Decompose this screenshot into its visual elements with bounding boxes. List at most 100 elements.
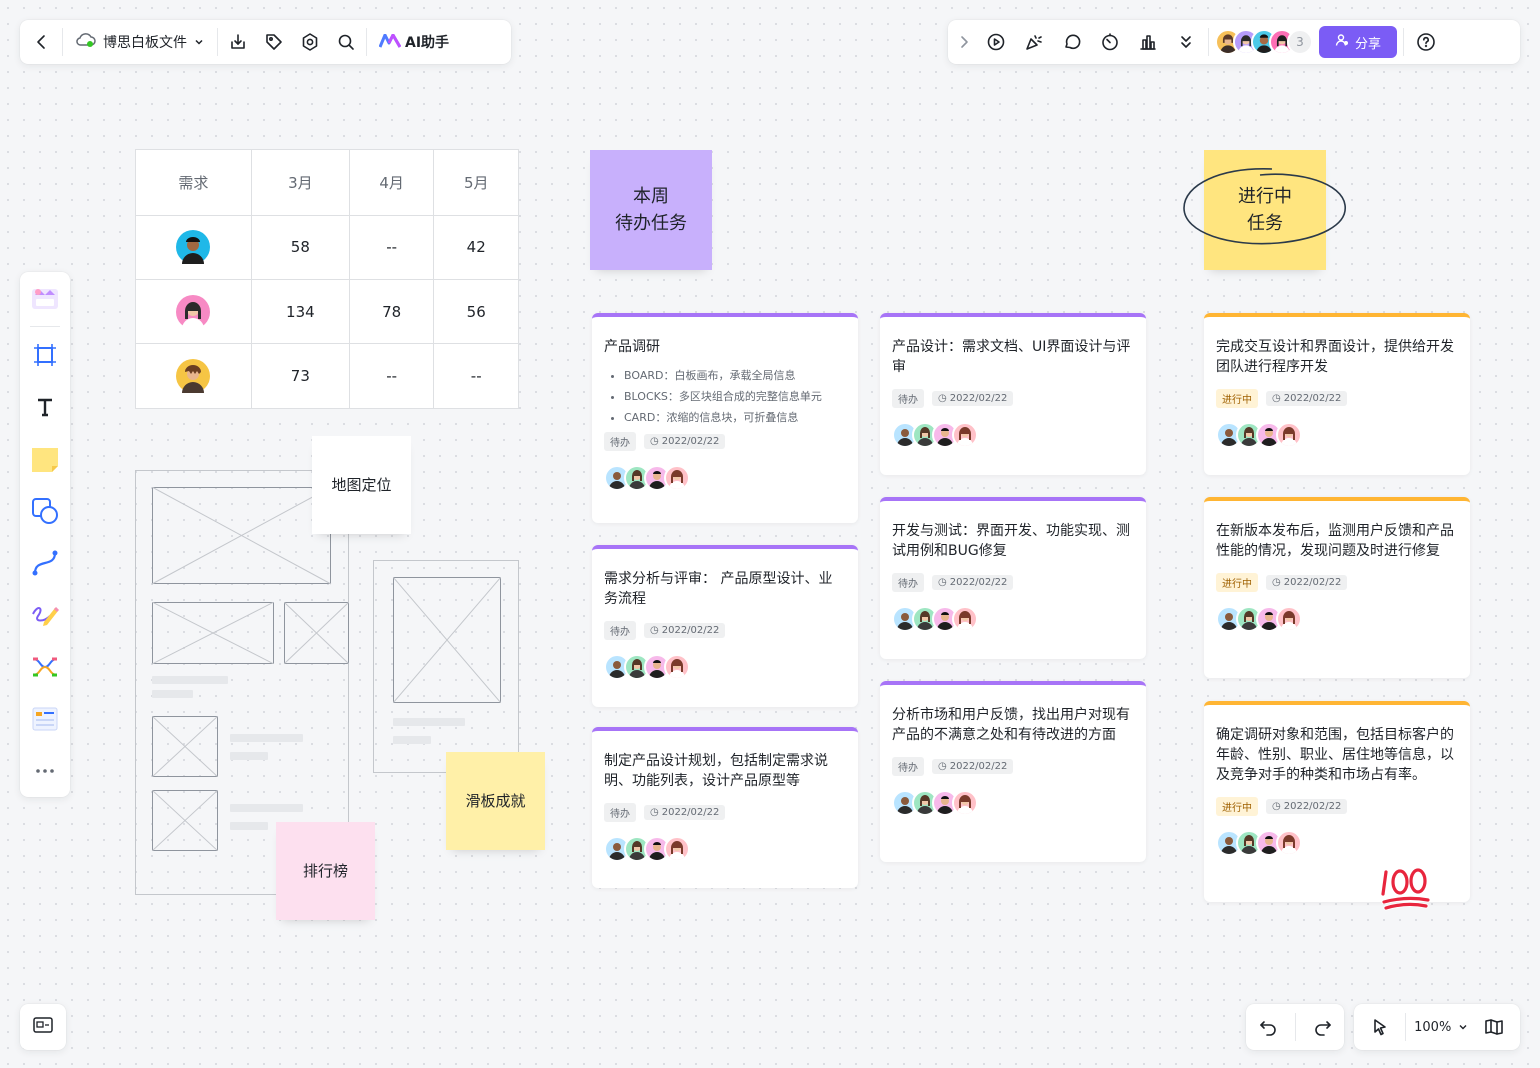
task-card[interactable]: 完成交互设计和界面设计，提供给开发团队进行程序开发 进行中 ◷ 2022/02/2… <box>1204 313 1470 475</box>
search-icon[interactable] <box>330 26 362 58</box>
share-button[interactable]: 分享 <box>1319 26 1398 58</box>
template-icon[interactable] <box>27 280 63 316</box>
table-row: 134 78 56 <box>135 278 519 345</box>
hand-drawn-circle <box>1183 168 1346 245</box>
image-placeholder <box>152 716 218 777</box>
cursor-select-icon[interactable] <box>1364 1011 1396 1043</box>
date-text: 2022/02/22 <box>949 761 1008 772</box>
add-user-icon <box>1335 33 1349 51</box>
due-date: ◷ 2022/02/22 <box>1266 575 1348 590</box>
file-menu[interactable]: 博思白板文件 <box>67 32 213 52</box>
top-left-toolbar: 博思白板文件 AI助手 <box>20 20 511 64</box>
comment-icon[interactable] <box>1056 26 1088 58</box>
date-text: 2022/02/22 <box>1283 393 1342 404</box>
chevron-right-icon[interactable] <box>954 26 974 58</box>
timer-icon[interactable] <box>1094 26 1126 58</box>
due-date: ◷ 2022/02/22 <box>1266 391 1348 406</box>
image-placeholder <box>393 577 501 703</box>
minimap-button[interactable] <box>20 1004 66 1050</box>
status-badge: 进行中 <box>1216 573 1258 592</box>
pen-icon[interactable] <box>27 597 63 633</box>
divider <box>1208 28 1209 56</box>
sticky-note-skate[interactable]: 滑板成就 <box>446 752 545 850</box>
clock-icon: ◷ <box>938 761 947 772</box>
sticky-note-icon[interactable] <box>27 441 63 477</box>
status-badge: 待办 <box>892 389 924 408</box>
assignee-avatars[interactable] <box>604 836 846 862</box>
table-header-cell: 需求 <box>135 149 252 216</box>
table-template-icon[interactable] <box>27 701 63 737</box>
undo-icon[interactable] <box>1252 1011 1284 1043</box>
status-badge: 进行中 <box>1216 389 1258 408</box>
avatar <box>176 359 211 394</box>
more-icon[interactable] <box>27 753 63 789</box>
task-card[interactable]: 制定产品设计规划，包括制定需求说明、功能列表，设计产品原型等 待办 ◷ 2022/… <box>592 727 858 888</box>
requirement-table[interactable]: 需求 3月 4月 5月 58 -- 42 134 78 56 73 -- -- <box>135 149 519 409</box>
expand-more-icon[interactable] <box>1170 26 1202 58</box>
card-title: 开发与测试：界面开发、功能实现、测试用例和BUG修复 <box>892 523 1130 559</box>
task-card[interactable]: 分析市场和用户反馈，找出用户对现有产品的不满意之处和有待改进的方面 待办 ◷ 20… <box>880 681 1146 862</box>
ai-assistant-button[interactable]: AI助手 <box>371 32 457 52</box>
table-header-cell: 4月 <box>348 149 435 216</box>
assignee-avatars[interactable] <box>1216 830 1458 856</box>
top-right-toolbar: 3 分享 <box>948 20 1520 64</box>
frame-icon[interactable] <box>27 337 63 373</box>
play-icon[interactable] <box>980 26 1012 58</box>
book-map-icon[interactable] <box>1478 1011 1510 1043</box>
task-card[interactable]: 在新版本发布后，监测用户反馈和产品性能的情况，发现问题及时进行修复 进行中 ◷ 2… <box>1204 497 1470 678</box>
sticky-note-week-todo[interactable]: 本周 待办任务 <box>590 150 712 270</box>
task-card[interactable]: 开发与测试：界面开发、功能实现、测试用例和BUG修复 待办 ◷ 2022/02/2… <box>880 497 1146 659</box>
zoom-dropdown[interactable]: 100% <box>1414 1018 1469 1037</box>
placeholder-line <box>230 752 268 760</box>
avatar <box>664 654 690 680</box>
text-tool-icon[interactable] <box>27 389 63 425</box>
card-bullet: CARD：浓缩的信息块，可折叠信息 <box>624 407 846 428</box>
date-text: 2022/02/22 <box>949 577 1008 588</box>
avatar <box>1276 830 1302 856</box>
assignee-avatars[interactable] <box>1216 422 1458 448</box>
clock-icon: ◷ <box>650 625 659 636</box>
connector-icon[interactable] <box>27 545 63 581</box>
task-card[interactable]: 需求分析与评审： 产品原型设计、业务流程 待办 ◷ 2022/02/22 <box>592 545 858 707</box>
placeholder-line <box>230 804 303 812</box>
date-text: 2022/02/22 <box>1283 577 1342 588</box>
assignee-avatars[interactable] <box>892 422 1134 448</box>
card-bullet: BLOCKS：多区块组合成的完整信息单元 <box>624 386 846 407</box>
assignee-avatars[interactable] <box>604 654 846 680</box>
table-cell: -- <box>348 214 435 280</box>
table-avatar-cell <box>135 214 252 280</box>
help-icon[interactable] <box>1410 26 1442 58</box>
assignee-avatars[interactable] <box>892 606 1134 632</box>
clock-icon: ◷ <box>938 393 947 404</box>
download-icon[interactable] <box>222 26 254 58</box>
assignee-avatars[interactable] <box>892 790 1134 816</box>
date-text: 2022/02/22 <box>1283 801 1342 812</box>
table-cell: 78 <box>348 278 435 345</box>
assignee-avatars[interactable] <box>1216 606 1458 632</box>
status-badge: 待办 <box>892 757 924 776</box>
hundred-points-icon[interactable] <box>1378 862 1436 912</box>
back-icon[interactable] <box>26 26 58 58</box>
placeholder-line <box>393 736 431 744</box>
assignee-avatars[interactable] <box>604 465 846 491</box>
sticky-note-map[interactable]: 地图定位 <box>312 436 411 534</box>
task-card[interactable]: 产品设计：需求文档、UI界面设计与评审 待办 ◷ 2022/02/22 <box>880 313 1146 475</box>
card-title: 分析市场和用户反馈，找出用户对现有产品的不满意之处和有待改进的方面 <box>892 707 1130 743</box>
sticky-note-rank[interactable]: 排行榜 <box>276 822 375 920</box>
mindmap-icon[interactable] <box>27 649 63 685</box>
redo-icon[interactable] <box>1307 1011 1339 1043</box>
divider <box>1403 28 1405 56</box>
collaborator-avatars[interactable]: 3 <box>1215 29 1313 55</box>
tag-icon[interactable] <box>258 26 290 58</box>
celebrate-icon[interactable] <box>1018 26 1050 58</box>
due-date: ◷ 2022/02/22 <box>644 434 726 449</box>
table-cell: 134 <box>250 278 350 345</box>
settings-icon[interactable] <box>294 26 326 58</box>
task-card[interactable]: 产品调研 BOARD：白板画布，承载全局信息 BLOCKS：多区块组合成的完整信… <box>592 313 858 523</box>
divider <box>62 28 63 56</box>
card-title: 确定调研对象和范围，包括目标客户的年龄、性别、职业、居住地等信息，以及竞争对手的… <box>1216 727 1454 783</box>
vote-chart-icon[interactable] <box>1132 26 1164 58</box>
card-title: 产品调研 <box>604 339 660 355</box>
date-text: 2022/02/22 <box>661 807 720 818</box>
shape-icon[interactable] <box>27 493 63 529</box>
